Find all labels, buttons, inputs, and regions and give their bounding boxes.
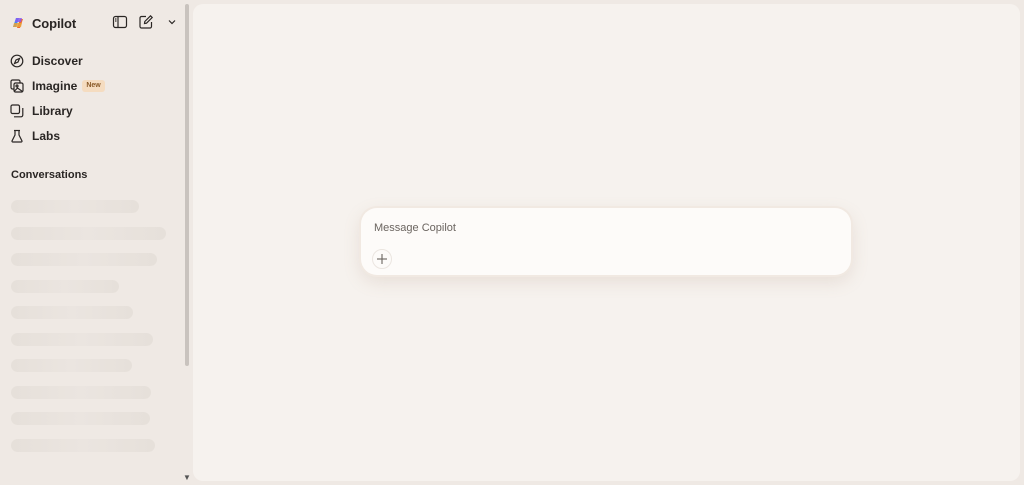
scrollbar-thumb[interactable] — [185, 4, 189, 366]
conversation-skeleton — [11, 306, 133, 319]
conversation-skeleton — [11, 253, 157, 266]
library-icon — [10, 103, 24, 118]
chevron-down-icon[interactable] — [164, 14, 180, 30]
message-input[interactable] — [374, 222, 834, 234]
conversation-skeleton — [11, 200, 139, 213]
image-icon — [10, 78, 24, 93]
message-composer — [361, 208, 851, 275]
plus-icon — [377, 254, 387, 264]
conversation-skeleton — [11, 438, 155, 452]
conversation-skeleton — [11, 385, 151, 399]
compass-icon — [10, 54, 24, 68]
conversation-skeleton — [11, 226, 166, 240]
conversation-skeleton — [11, 359, 132, 372]
sidebar-item-label: Library — [32, 103, 73, 118]
new-chat-icon[interactable] — [138, 14, 154, 30]
sidebar-item-label: Discover — [32, 53, 83, 68]
add-attachment-button[interactable] — [372, 249, 392, 269]
toggle-sidebar-icon[interactable] — [112, 14, 128, 30]
main-panel — [193, 4, 1020, 481]
app-name: Copilot — [32, 15, 77, 31]
conversation-skeleton — [11, 279, 119, 293]
scroll-down-arrow-icon[interactable]: ▼ — [183, 474, 191, 482]
conversation-list — [11, 200, 171, 465]
new-badge: New — [82, 79, 105, 92]
sidebar-scrollbar[interactable]: ▼ — [183, 0, 191, 485]
conversation-skeleton — [11, 412, 150, 425]
sidebar-item-imagine[interactable]: Imagine New — [10, 73, 180, 98]
copilot-logo-icon[interactable] — [10, 15, 26, 31]
sidebar-nav: Discover Imagine New Library Labs — [10, 48, 180, 148]
brand-row: Copilot — [10, 12, 180, 34]
sidebar-item-discover[interactable]: Discover — [10, 48, 180, 73]
conversation-skeleton — [11, 332, 153, 346]
conversations-heading: Conversations — [11, 169, 88, 181]
sidebar-item-library[interactable]: Library — [10, 98, 180, 123]
sidebar-item-label: Imagine — [32, 78, 78, 93]
top-icons — [112, 14, 180, 30]
flask-icon — [10, 129, 24, 143]
sidebar-item-labs[interactable]: Labs — [10, 123, 180, 148]
sidebar: Copilot Discover Imagine New Library Lab… — [0, 0, 192, 485]
sidebar-item-label: Labs — [32, 128, 61, 143]
